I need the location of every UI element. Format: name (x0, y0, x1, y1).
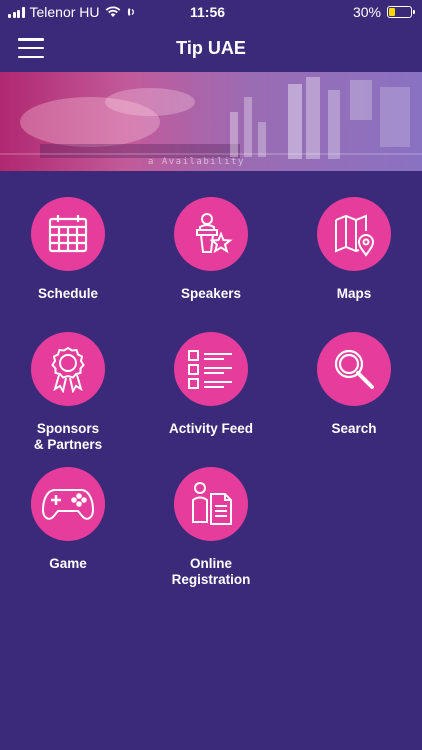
status-time: 11:56 (190, 4, 226, 20)
game-tile[interactable]: Game (0, 467, 138, 572)
maps-label: Maps (336, 286, 372, 301)
calendar-icon (31, 197, 105, 271)
header-banner-image: a Availability (0, 72, 422, 171)
status-right: 30% (352, 4, 415, 20)
battery-icon (387, 6, 415, 18)
search-label: Search (331, 421, 377, 436)
battery-level (389, 8, 396, 16)
maps-tile[interactable]: Maps (284, 197, 422, 302)
hamburger-menu-icon[interactable] (18, 38, 44, 58)
signal-icon (8, 6, 25, 18)
schedule-tile[interactable]: Schedule (0, 197, 138, 302)
banner-caption: a Availability (148, 157, 245, 167)
speakers-label: Speakers (180, 286, 242, 301)
activity-feed-tile[interactable]: Activity Feed (141, 332, 281, 437)
wifi-icon (105, 6, 120, 17)
registration-form-icon (174, 467, 248, 541)
list-icon (174, 332, 248, 406)
status-left: Telenor HU (8, 4, 136, 20)
award-ribbon-icon (31, 332, 105, 406)
schedule-label: Schedule (37, 286, 99, 301)
page-title: Tip UAE (176, 37, 246, 58)
carrier-name: Telenor HU (29, 4, 100, 20)
sponsors-partners-label: Sponsors & Partners (33, 421, 103, 452)
speakers-tile[interactable]: Speakers (141, 197, 281, 302)
battery-percent: 30% (352, 4, 381, 20)
wifi-calling-icon (127, 8, 134, 16)
online-registration-label: Online Registration (171, 556, 251, 587)
gamepad-icon (31, 467, 105, 541)
speaker-podium-icon (174, 197, 248, 271)
online-registration-tile[interactable]: Online Registration (141, 467, 281, 588)
game-label: Game (49, 556, 87, 571)
map-pin-icon (317, 197, 391, 271)
sponsors-partners-tile[interactable]: Sponsors & Partners (0, 332, 138, 453)
nav-bar: Tip UAE (0, 24, 422, 72)
status-bar: Telenor HU 11:56 30% (0, 0, 422, 24)
search-icon (317, 332, 391, 406)
search-tile[interactable]: Search (284, 332, 422, 437)
activity-feed-label: Activity Feed (168, 421, 254, 436)
